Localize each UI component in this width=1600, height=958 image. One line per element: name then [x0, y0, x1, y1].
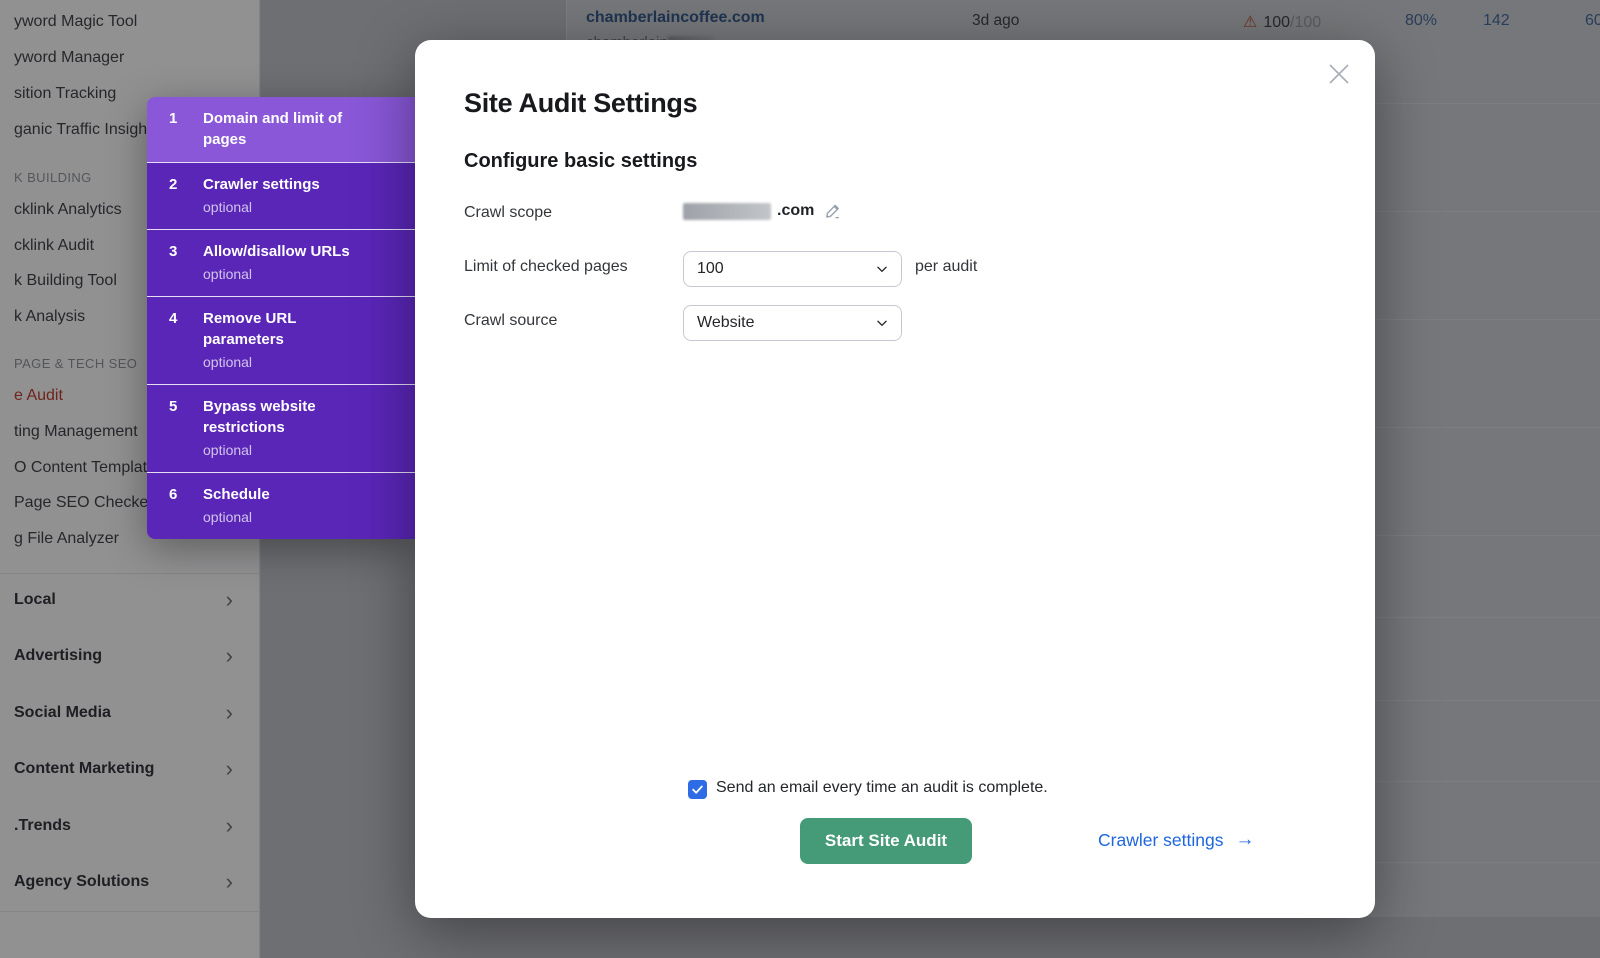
crawl-source-select-wrap: Website [683, 305, 902, 341]
edit-icon[interactable] [824, 202, 842, 220]
limit-of-checked-pages-select[interactable]: 100 [683, 251, 902, 287]
step-allow-disallow-urls[interactable]: 3 Allow/disallow URLs optional [147, 229, 415, 296]
email-checkbox[interactable] [688, 780, 707, 799]
crawl-source-label: Crawl source [464, 312, 557, 330]
settings-stepper: 1 Domain and limit of pages 2 Crawler se… [147, 97, 415, 539]
email-checkbox-label: Send an email every time an audit is com… [716, 779, 1048, 797]
section-title: Configure basic settings [464, 150, 697, 173]
step-bypass-website-restrictions[interactable]: 5 Bypass website restrictions optional [147, 384, 415, 472]
arrow-right-icon: → [1235, 829, 1254, 851]
step-schedule[interactable]: 6 Schedule optional [147, 472, 415, 539]
crawl-source-select[interactable]: Website [683, 305, 902, 341]
crawler-settings-link[interactable]: Crawler settings → [1098, 829, 1254, 851]
chevron-down-icon [875, 316, 889, 330]
per-audit-label: per audit [915, 258, 977, 276]
site-audit-settings-screen: yword Magic Tool yword Manager sition Tr… [0, 0, 1600, 958]
modal-title: Site Audit Settings [464, 88, 697, 119]
start-site-audit-button[interactable]: Start Site Audit [800, 818, 972, 864]
crawl-scope-value: .com [683, 202, 842, 220]
blurred-domain [683, 203, 771, 220]
limit-of-checked-pages-label: Limit of checked pages [464, 258, 628, 276]
close-icon[interactable] [1325, 60, 1353, 88]
site-audit-settings-modal: Site Audit Settings Configure basic sett… [415, 40, 1375, 918]
step-crawler-settings[interactable]: 2 Crawler settings optional [147, 162, 415, 229]
crawl-scope-label: Crawl scope [464, 204, 552, 222]
step-domain-and-limit[interactable]: 1 Domain and limit of pages [147, 97, 415, 162]
chevron-down-icon [875, 262, 889, 276]
step-remove-url-parameters[interactable]: 4 Remove URL parameters optional [147, 296, 415, 384]
limit-select-wrap: 100 [683, 251, 902, 287]
